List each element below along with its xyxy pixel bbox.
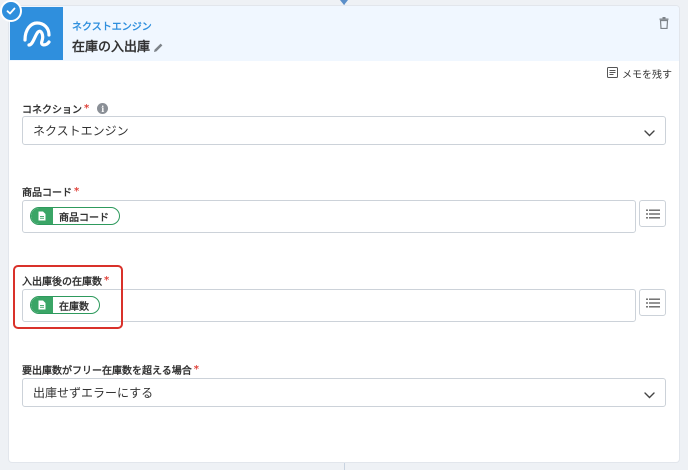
stock-after-input[interactable]: 在庫数 (22, 289, 636, 322)
list-button[interactable] (639, 200, 666, 227)
card-header: ネクストエンジン 在庫の入出庫 (0, 0, 679, 61)
app-name: ネクストエンジン (72, 22, 152, 33)
memo-label: メモを残す (622, 70, 672, 81)
document-icon (31, 208, 53, 224)
connection-select[interactable]: ネクストエンジン (22, 116, 666, 145)
connection-label: コネクション * i (22, 101, 109, 116)
required-mark: * (193, 364, 199, 375)
memo-button[interactable]: メモを残す (607, 66, 672, 81)
pencil-icon[interactable] (153, 38, 164, 57)
product-code-label: 商品コード * (22, 186, 80, 199)
over-free-stock-label: 要出庫数がフリー在庫数を超える場合 * (22, 364, 199, 377)
trash-icon[interactable] (659, 14, 669, 33)
flow-arrow-icon (340, 0, 348, 5)
required-mark: * (74, 186, 80, 197)
list-button[interactable] (639, 289, 666, 316)
product-code-input[interactable]: 商品コード (22, 200, 636, 233)
action-title: 在庫の入出庫 (72, 40, 151, 55)
info-icon[interactable]: i (97, 103, 109, 114)
chevron-down-icon (644, 126, 655, 140)
check-icon (0, 0, 22, 22)
chevron-down-icon (644, 388, 655, 402)
list-icon (645, 293, 660, 312)
document-icon (31, 297, 53, 313)
stock-chip[interactable]: 在庫数 (30, 296, 100, 314)
required-mark: * (84, 103, 90, 114)
chip-label: 商品コード (59, 212, 109, 224)
connection-value: ネクストエンジン (33, 124, 129, 138)
stock-after-label: 入出庫後の在庫数 * (22, 275, 110, 288)
action-card: ネクストエンジン 在庫の入出庫 メモを残す コネクション * i ネクストエンジ… (0, 0, 679, 462)
product-code-chip[interactable]: 商品コード (30, 207, 120, 225)
list-icon (645, 204, 660, 223)
required-mark: * (104, 275, 110, 286)
over-free-stock-select[interactable]: 出庫せずエラーにする (22, 378, 666, 407)
memo-icon (607, 66, 618, 81)
chip-label: 在庫数 (59, 301, 89, 313)
over-free-stock-value: 出庫せずエラーにする (33, 386, 154, 400)
